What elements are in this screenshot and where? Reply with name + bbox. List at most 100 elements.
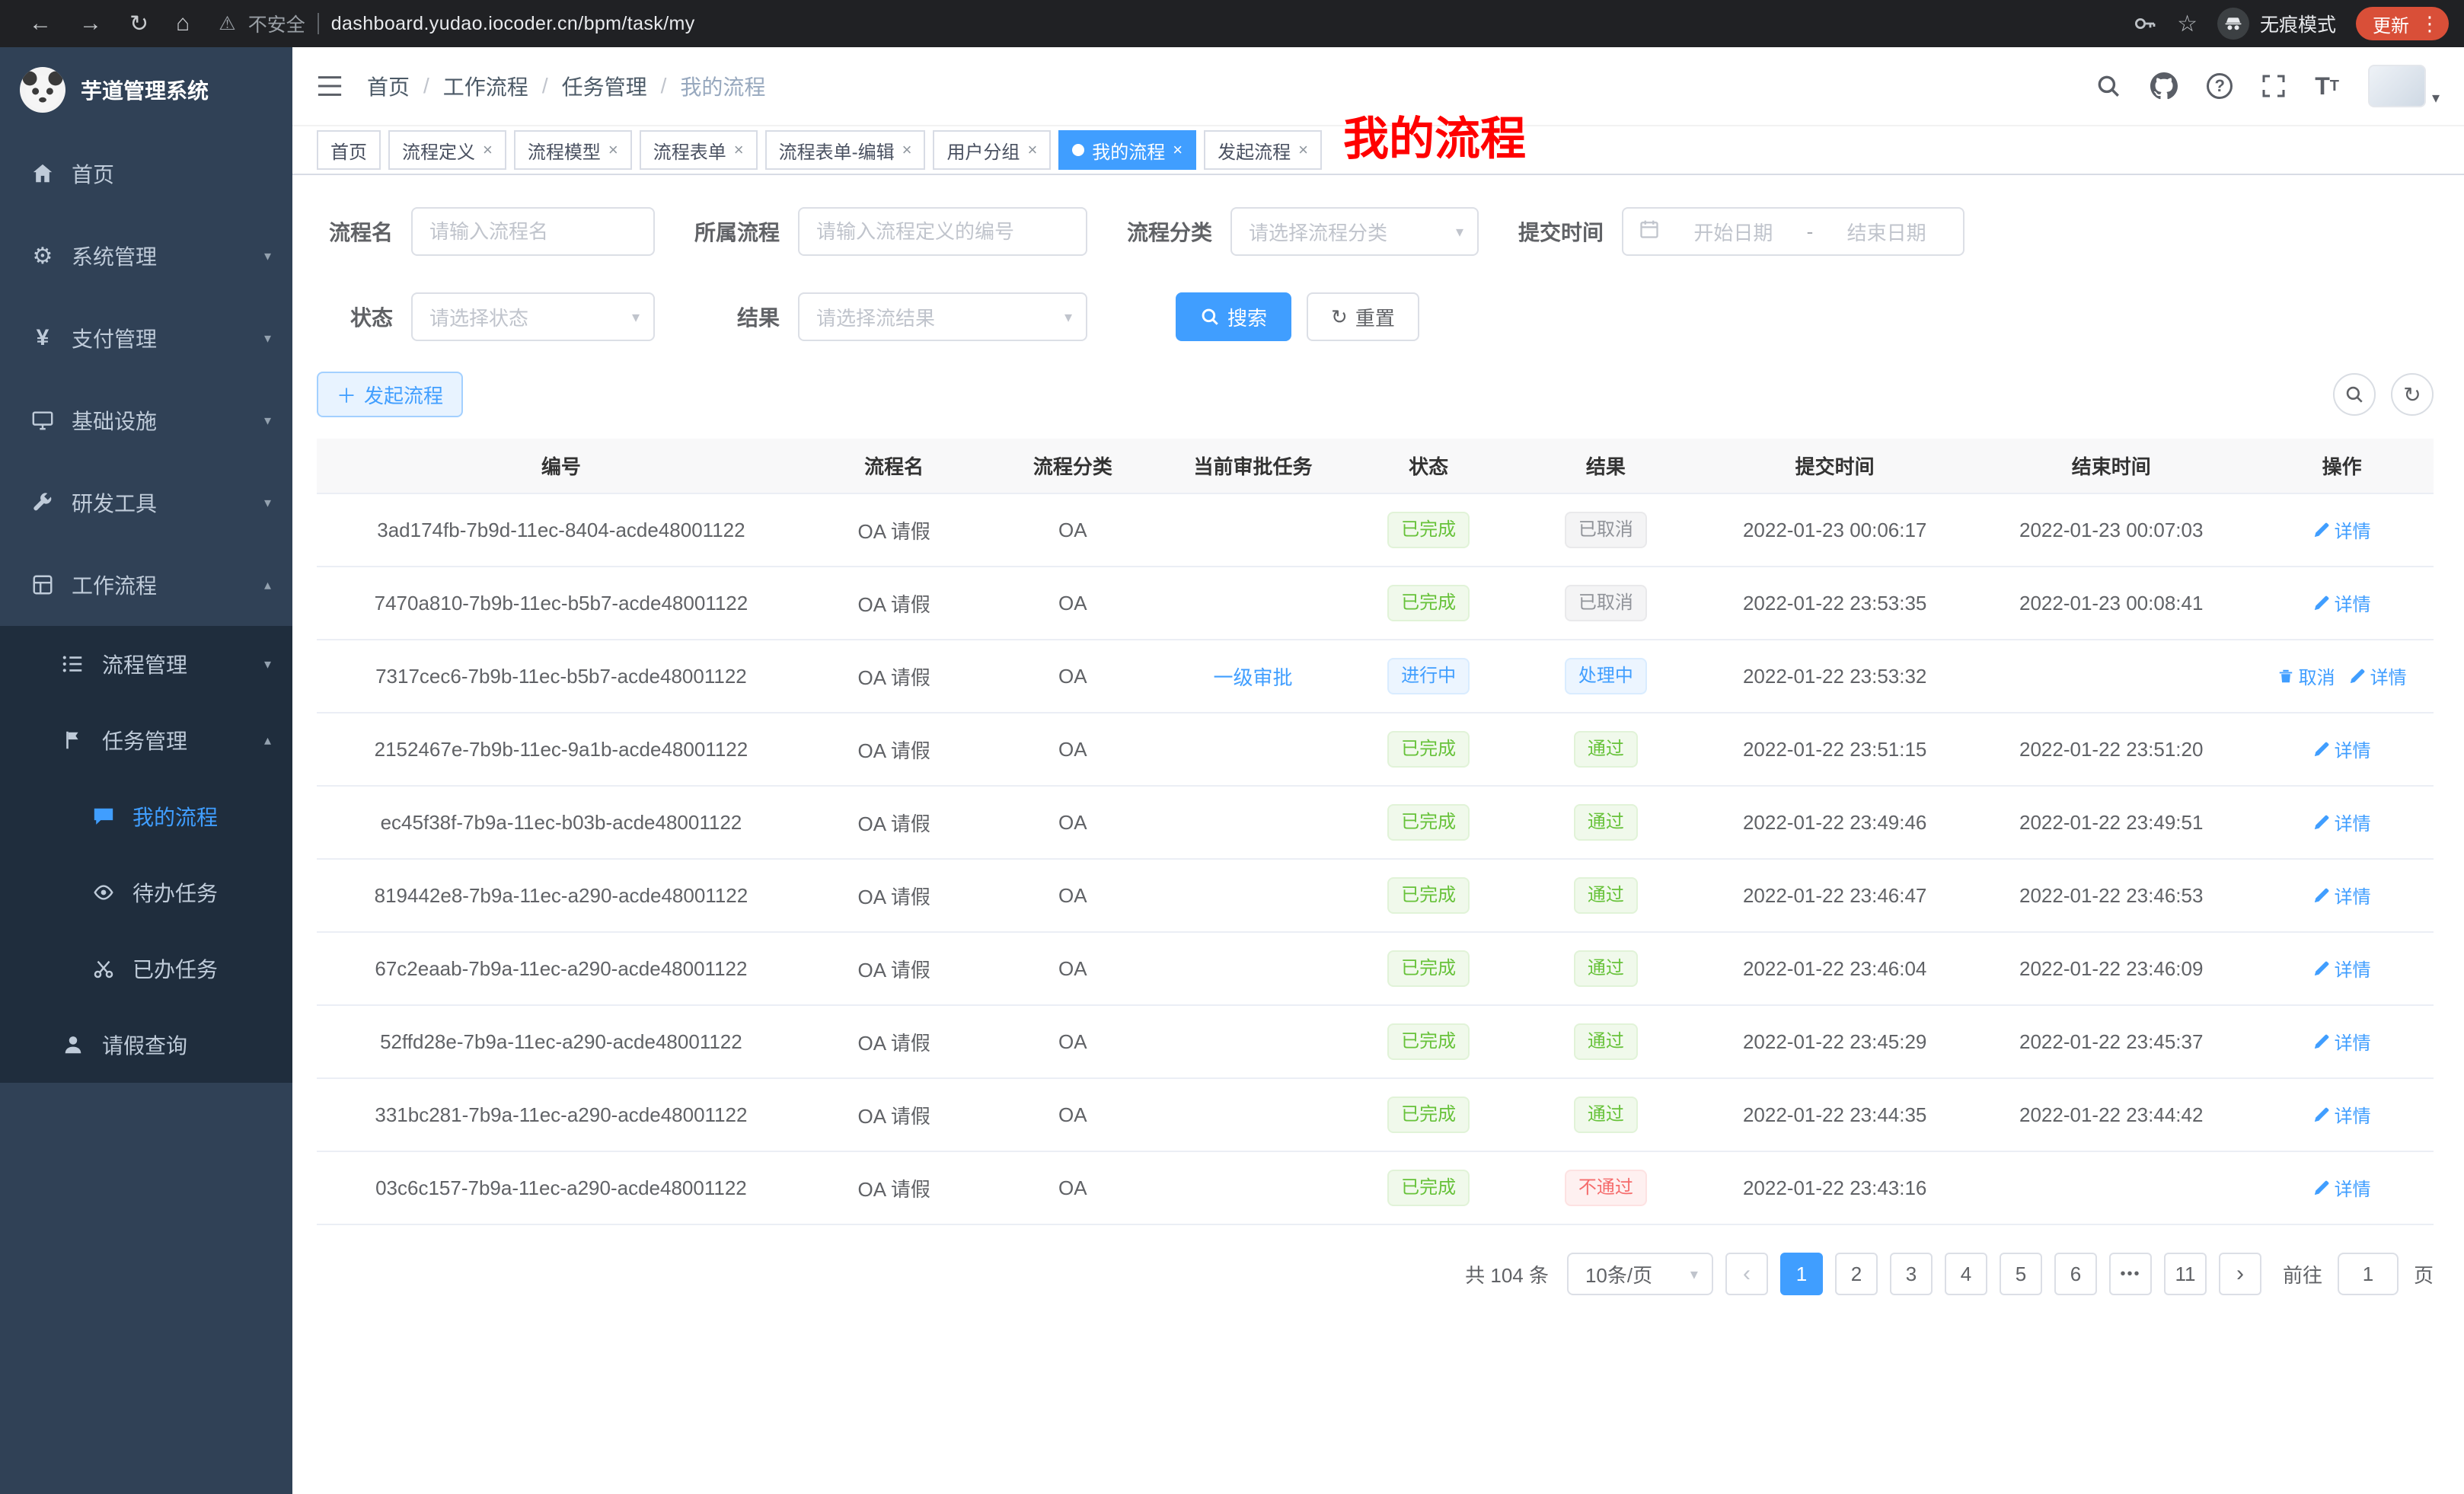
profile-chip[interactable]: 无痕模式: [2217, 8, 2336, 40]
detail-link[interactable]: 详情: [2313, 882, 2371, 908]
tab-process-model[interactable]: 流程模型×: [514, 130, 632, 170]
parent-process-input[interactable]: [798, 207, 1087, 256]
reset-button[interactable]: ↻ 重置: [1307, 292, 1419, 341]
back-icon[interactable]: ←: [29, 11, 52, 37]
close-icon[interactable]: ×: [1027, 140, 1037, 160]
detail-link[interactable]: 详情: [2349, 662, 2407, 689]
tab-user-group[interactable]: 用户分组×: [933, 130, 1051, 170]
cell-process-id: 03c6c157-7b9a-11ec-a290-acde48001122: [317, 1151, 806, 1224]
detail-link[interactable]: 详情: [2313, 589, 2371, 616]
cell-result: 不通过: [1514, 1151, 1697, 1224]
tab-process-definition[interactable]: 流程定义×: [388, 130, 506, 170]
update-button[interactable]: 更新 ⋮: [2356, 7, 2449, 40]
page-button-3[interactable]: 3: [1890, 1253, 1933, 1295]
detail-link[interactable]: 详情: [2313, 809, 2371, 835]
detail-link[interactable]: 详情: [2313, 516, 2371, 543]
sidebar-item-task-mgmt[interactable]: 任务管理 ▴: [0, 702, 292, 778]
category-select[interactable]: 请选择流程分类 ▾: [1230, 207, 1479, 256]
address-bar[interactable]: ⚠ 不安全 dashboard.yudao.iocoder.cn/bpm/tas…: [219, 10, 2133, 37]
goto-suffix: 页: [2414, 1260, 2434, 1288]
result-select[interactable]: 请选择流结果 ▾: [798, 292, 1087, 341]
cell-end-time: 2022-01-22 23:46:53: [1972, 859, 2250, 932]
status-select[interactable]: 请选择状态 ▾: [411, 292, 655, 341]
font-size-icon[interactable]: TT: [2315, 72, 2339, 101]
current-task-link[interactable]: 一级审批: [1214, 662, 1293, 691]
process-name-input[interactable]: [411, 207, 655, 256]
sidebar-item-todo-tasks[interactable]: 待办任务: [0, 854, 292, 931]
user-avatar[interactable]: ▾: [2368, 65, 2440, 107]
page-button-1[interactable]: 1: [1780, 1253, 1823, 1295]
app-logo[interactable]: 芋道管理系统: [0, 47, 292, 132]
sidebar-item-leave-query[interactable]: 请假查询: [0, 1007, 292, 1083]
close-icon[interactable]: ×: [1173, 140, 1183, 160]
detail-link[interactable]: 详情: [2313, 1174, 2371, 1201]
home-icon[interactable]: ⌂: [176, 11, 190, 37]
browser-menu-icon[interactable]: ⋮: [2420, 12, 2440, 36]
reload-icon[interactable]: ↻: [129, 11, 148, 37]
close-icon[interactable]: ×: [483, 140, 493, 160]
sidebar-item-system[interactable]: ⚙ 系统管理 ▾: [0, 215, 292, 297]
github-icon[interactable]: [2150, 72, 2178, 100]
cancel-link[interactable]: 取消: [2277, 662, 2335, 689]
detail-link[interactable]: 详情: [2313, 1028, 2371, 1055]
breadcrumb-workflow[interactable]: 工作流程: [443, 71, 528, 101]
page-button-6[interactable]: 6: [2054, 1253, 2097, 1295]
search-button[interactable]: 搜索: [1176, 292, 1291, 341]
sidebar-item-infrastructure[interactable]: 基础设施 ▾: [0, 379, 292, 461]
tab-my-process[interactable]: 我的流程×: [1058, 130, 1196, 170]
hamburger-icon[interactable]: [317, 75, 343, 97]
help-icon[interactable]: ?: [2207, 73, 2233, 99]
refresh-table-button[interactable]: ↻: [2391, 373, 2434, 416]
tab-process-form-edit[interactable]: 流程表单-编辑×: [765, 130, 926, 170]
sidebar-item-payment[interactable]: ¥ 支付管理 ▾: [0, 297, 292, 379]
tab-process-form[interactable]: 流程表单×: [640, 130, 758, 170]
sidebar-item-my-process[interactable]: 我的流程: [0, 778, 292, 854]
url-text[interactable]: dashboard.yudao.iocoder.cn/bpm/task/my: [331, 13, 695, 35]
col-status: 状态: [1343, 439, 1514, 493]
result-badge: 已取消: [1565, 585, 1647, 621]
cell-submit-time: 2022-01-22 23:44:35: [1697, 1078, 1972, 1151]
sidebar-item-home[interactable]: 首页: [0, 132, 292, 215]
page-button-5[interactable]: 5: [2000, 1253, 2042, 1295]
close-icon[interactable]: ×: [608, 140, 618, 160]
cell-process-id: 52ffd28e-7b9a-11ec-a290-acde48001122: [317, 1005, 806, 1078]
submit-time-range[interactable]: 开始日期 - 结束日期: [1622, 207, 1964, 256]
breadcrumb-home[interactable]: 首页: [367, 71, 410, 101]
close-icon[interactable]: ×: [1298, 140, 1308, 160]
sidebar-item-done-tasks[interactable]: 已办任务: [0, 931, 292, 1007]
close-icon[interactable]: ×: [734, 140, 744, 160]
page-button-2[interactable]: 2: [1835, 1253, 1878, 1295]
tab-home[interactable]: 首页: [317, 130, 381, 170]
sidebar-item-process-mgmt[interactable]: 流程管理 ▾: [0, 626, 292, 702]
toggle-search-button[interactable]: [2333, 373, 2376, 416]
start-date-placeholder: 开始日期: [1672, 218, 1795, 246]
flag-icon: [58, 729, 88, 752]
star-icon[interactable]: ☆: [2177, 11, 2197, 37]
page-size-select[interactable]: 10条/页 ▾: [1567, 1253, 1713, 1295]
prev-page-button[interactable]: ‹: [1725, 1253, 1768, 1295]
forward-icon[interactable]: →: [79, 11, 102, 37]
fullscreen-icon[interactable]: [2261, 74, 2286, 98]
detail-link[interactable]: 详情: [2313, 1101, 2371, 1128]
eye-icon: [88, 881, 119, 904]
detail-link[interactable]: 详情: [2313, 955, 2371, 982]
page-button-4[interactable]: 4: [1945, 1253, 1987, 1295]
more-pages-button[interactable]: •••: [2109, 1253, 2152, 1295]
breadcrumb-task-mgmt[interactable]: 任务管理: [562, 71, 647, 101]
plus-icon: ＋: [337, 381, 356, 409]
detail-link[interactable]: 详情: [2313, 736, 2371, 762]
key-icon[interactable]: [2133, 11, 2157, 36]
close-icon[interactable]: ×: [902, 140, 912, 160]
cell-actions: 详情: [2250, 932, 2434, 1005]
cell-current-task: [1163, 567, 1343, 640]
page-button-last[interactable]: 11: [2164, 1253, 2207, 1295]
cell-category: OA: [983, 786, 1163, 859]
search-icon[interactable]: [2095, 73, 2121, 99]
next-page-button[interactable]: ›: [2219, 1253, 2261, 1295]
cell-process-id: 7470a810-7b9b-11ec-b5b7-acde48001122: [317, 567, 806, 640]
start-process-button[interactable]: ＋ 发起流程: [317, 372, 463, 417]
tab-start-process[interactable]: 发起流程×: [1204, 130, 1322, 170]
goto-page-input[interactable]: [2338, 1253, 2399, 1295]
sidebar-item-workflow[interactable]: 工作流程 ▴: [0, 544, 292, 626]
sidebar-item-devtools[interactable]: 研发工具 ▾: [0, 461, 292, 544]
